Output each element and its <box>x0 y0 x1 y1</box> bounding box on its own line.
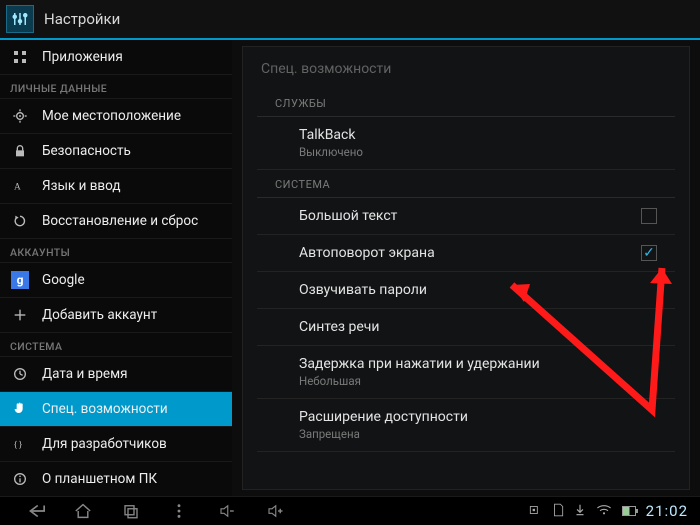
setting-item-touch-delay[interactable]: Задержка при нажатии и удержании Небольш… <box>257 346 675 399</box>
nav-menu-button[interactable] <box>164 500 194 522</box>
sidebar-item-about[interactable]: О планшетном ПК <box>0 462 232 496</box>
setting-secondary: Небольшая <box>299 374 540 388</box>
hand-icon <box>10 399 30 419</box>
sidebar-item-security[interactable]: Безопасность <box>0 134 232 169</box>
nav-back-button[interactable] <box>20 500 50 522</box>
setting-primary: Автоповорот экрана <box>299 245 435 261</box>
setting-item-talkback[interactable]: TalkBack Выключено <box>257 117 675 170</box>
apps-icon <box>10 47 30 67</box>
wifi-icon <box>596 504 612 519</box>
sidebar-item-label: Безопасность <box>42 143 131 159</box>
titlebar: Настройки <box>0 0 700 40</box>
sidebar-item-developer[interactable]: { } Для разработчиков <box>0 427 232 462</box>
main: Приложения ЛИЧНЫЕ ДАННЫЕ Мое местоположе… <box>0 40 700 496</box>
usb-debug-icon <box>528 503 542 520</box>
sidebar-item-add-account[interactable]: Добавить аккаунт <box>0 298 232 333</box>
setting-item-auto-rotate[interactable]: Автоповорот экрана ✓ <box>257 235 675 272</box>
sidebar-item-label: Мое местоположение <box>42 108 181 124</box>
setting-primary: TalkBack <box>299 127 363 143</box>
battery-icon <box>622 506 636 516</box>
sidebar: Приложения ЛИЧНЫЕ ДАННЫЕ Мое местоположе… <box>0 40 232 496</box>
download-icon <box>574 503 586 520</box>
svg-text:A: A <box>14 182 21 192</box>
sidebar-item-apps[interactable]: Приложения <box>0 40 232 75</box>
sidebar-item-label: О планшетном ПК <box>42 471 157 487</box>
svg-text:{ }: { } <box>14 440 22 450</box>
language-icon: A <box>10 176 30 196</box>
sidebar-item-label: Для разработчиков <box>42 436 167 452</box>
clock-icon <box>10 364 30 384</box>
checkbox[interactable] <box>641 208 657 224</box>
sidebar-item-google[interactable]: g Google <box>0 263 232 298</box>
content: Спец. возможности СЛУЖБЫ TalkBack Выключ… <box>232 40 700 496</box>
sidebar-item-label: Язык и ввод <box>42 178 121 194</box>
sidebar-item-label: Восстановление и сброс <box>42 213 198 229</box>
setting-primary: Синтез речи <box>299 319 379 335</box>
checkbox[interactable]: ✓ <box>641 245 657 261</box>
page-title: Спец. возможности <box>243 47 689 89</box>
setting-item-tts[interactable]: Синтез речи <box>257 309 675 346</box>
sd-card-icon <box>552 503 564 520</box>
setting-secondary: Выключено <box>299 145 363 159</box>
settings-panel: Спец. возможности СЛУЖБЫ TalkBack Выключ… <box>242 46 690 490</box>
sidebar-item-label: Добавить аккаунт <box>42 307 157 323</box>
setting-primary: Озвучивать пароли <box>299 282 427 298</box>
sidebar-item-reset[interactable]: Восстановление и сброс <box>0 204 232 239</box>
sidebar-item-label: Приложения <box>42 49 123 65</box>
plus-icon <box>10 305 30 325</box>
sidebar-item-label: Google <box>42 272 85 288</box>
lock-icon <box>10 141 30 161</box>
nav-volume-up-button[interactable] <box>260 500 290 522</box>
settings-app-icon <box>6 5 34 33</box>
sidebar-item-label: Спец. возможности <box>42 401 168 417</box>
sidebar-item-datetime[interactable]: Дата и время <box>0 357 232 392</box>
setting-primary: Задержка при нажатии и удержании <box>299 356 540 372</box>
nav-home-button[interactable] <box>68 500 98 522</box>
sidebar-item-location[interactable]: Мое местоположение <box>0 99 232 134</box>
setting-item-large-text[interactable]: Большой текст <box>257 198 675 235</box>
nav-volume-down-button[interactable] <box>212 500 242 522</box>
sidebar-item-accessibility[interactable]: Спец. возможности <box>0 392 232 427</box>
dev-icon: { } <box>10 434 30 454</box>
setting-primary: Большой текст <box>299 208 397 224</box>
about-icon <box>10 469 30 489</box>
clock[interactable]: 21:02 <box>646 502 688 520</box>
google-icon: g <box>10 270 30 290</box>
sidebar-header-accounts: АККАУНТЫ <box>0 239 232 263</box>
section-header-system: СИСТЕМА <box>257 170 675 198</box>
setting-item-speak-passwords[interactable]: Озвучивать пароли <box>257 272 675 309</box>
reset-icon <box>10 211 30 231</box>
location-icon <box>10 106 30 126</box>
section-header-services: СЛУЖБЫ <box>257 89 675 117</box>
sidebar-header-personal: ЛИЧНЫЕ ДАННЫЕ <box>0 75 232 99</box>
setting-primary: Расширение доступности <box>299 409 468 425</box>
titlebar-title: Настройки <box>44 10 120 28</box>
setting-secondary: Запрещена <box>299 427 468 441</box>
sidebar-header-system: СИСТЕМА <box>0 333 232 357</box>
sidebar-item-label: Дата и время <box>42 366 128 382</box>
navbar: 21:02 <box>0 496 700 525</box>
setting-item-accessibility-ext[interactable]: Расширение доступности Запрещена <box>257 399 675 452</box>
nav-recent-button[interactable] <box>116 500 146 522</box>
sidebar-item-language[interactable]: A Язык и ввод <box>0 169 232 204</box>
